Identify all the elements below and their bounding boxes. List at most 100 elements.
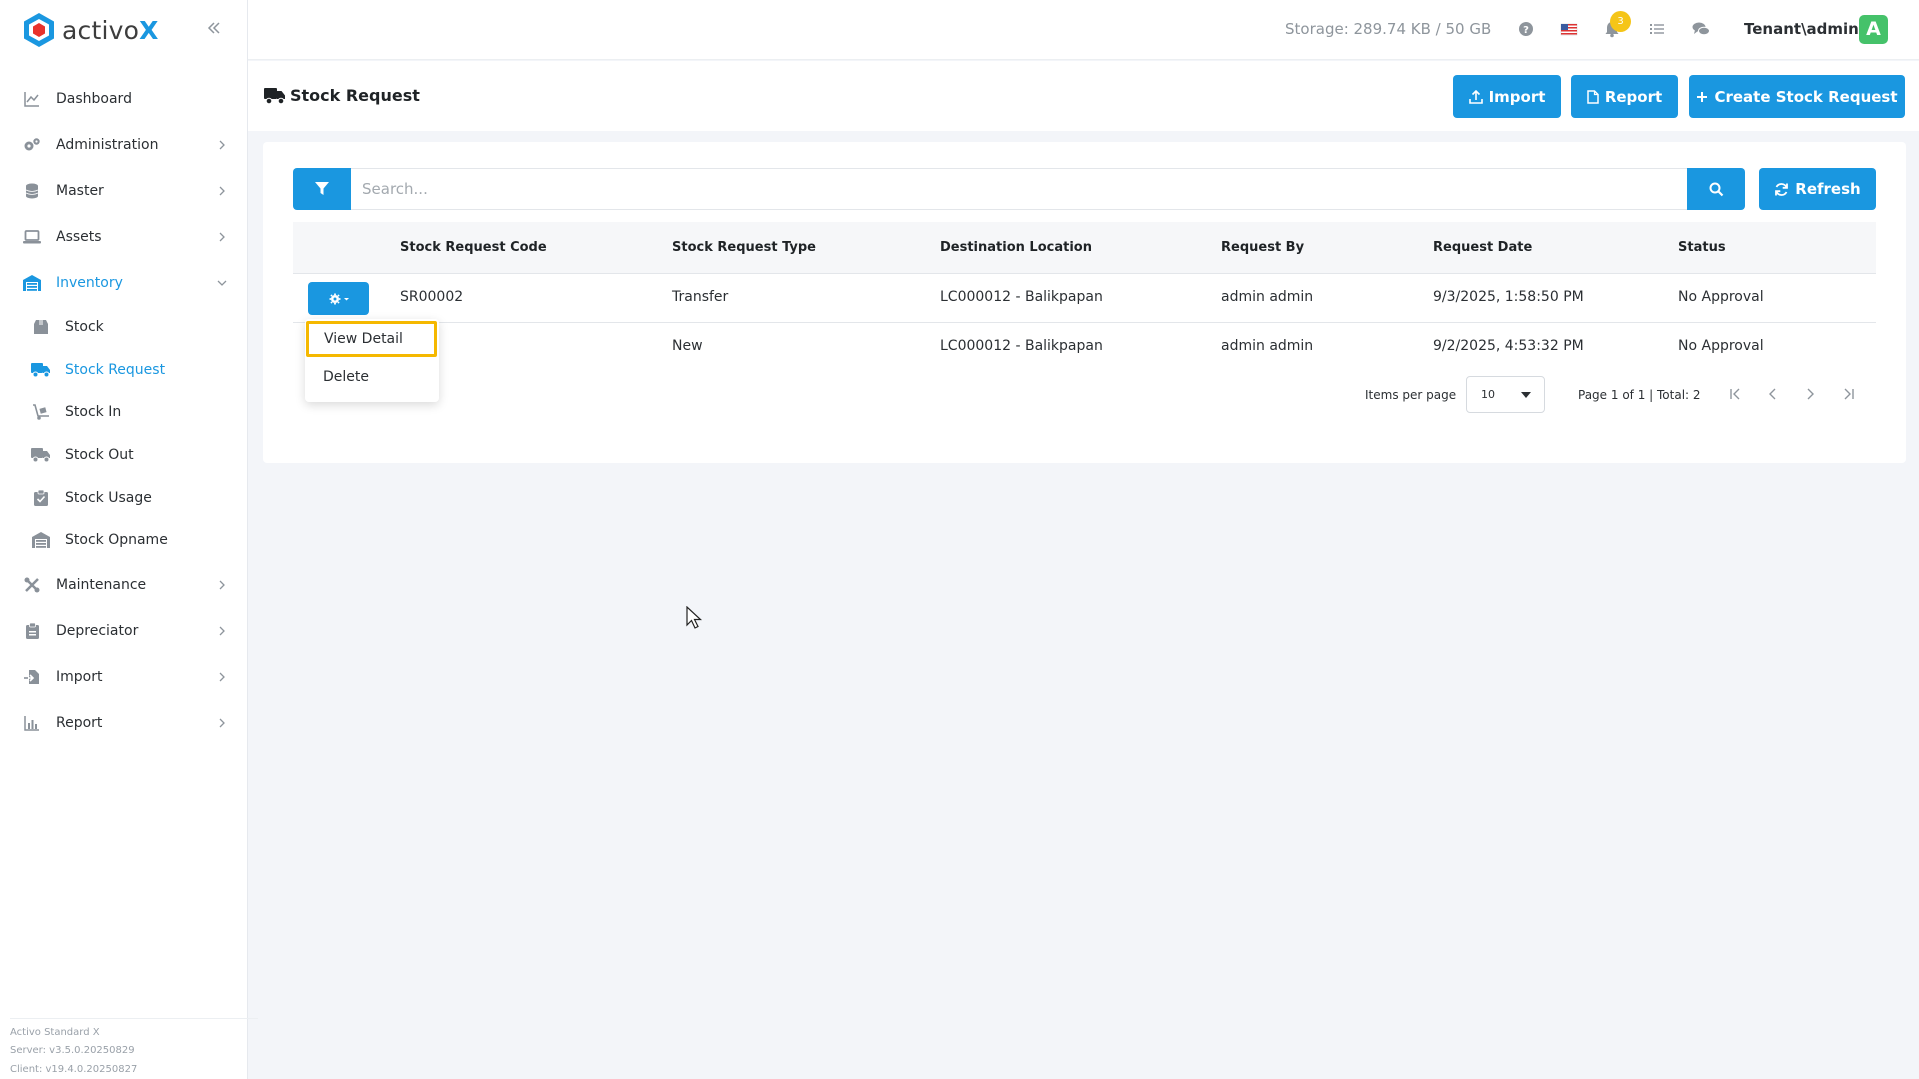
us-flag-icon[interactable] <box>1559 19 1579 39</box>
stock-request-table: Stock Request Code Stock Request Type De… <box>293 222 1876 372</box>
items-per-page-select[interactable]: 10 <box>1466 376 1545 413</box>
cell-code: SR00002 <box>400 289 464 305</box>
sidebar-item-label: Report <box>56 714 103 731</box>
chevron-right-icon <box>219 186 225 196</box>
sidebar-item-label: Depreciator <box>56 622 139 639</box>
chat-icon[interactable] <box>1691 19 1711 39</box>
database-icon <box>22 181 42 201</box>
truck-icon <box>31 360 51 380</box>
sidebar-item-inventory[interactable]: Inventory <box>0 260 248 306</box>
sidebar-item-label: Maintenance <box>56 576 147 593</box>
dolly-icon <box>31 402 51 422</box>
sidebar-item-assets[interactable]: Assets <box>0 214 248 260</box>
column-header[interactable]: Request By <box>1221 240 1304 255</box>
sidebar-item-report[interactable]: Report <box>0 700 248 746</box>
help-icon[interactable]: ? <box>1516 19 1536 39</box>
first-page-icon[interactable] <box>1726 384 1746 404</box>
sidebar-item-label: Stock Usage <box>65 489 152 506</box>
cell-type: Transfer <box>672 289 729 305</box>
plus-icon <box>1697 91 1708 102</box>
gear-icon <box>329 293 349 304</box>
sidebar-item-stock-out[interactable]: Stock Out <box>0 434 248 477</box>
sidebar: activoX Dashboard Administration Master … <box>0 0 258 1079</box>
user-name[interactable]: Tenant\admin <box>1744 20 1859 38</box>
server-version: Server: v3.5.0.20250829 <box>10 1045 135 1056</box>
version-info: Activo Standard X Server: v3.5.0.2025082… <box>10 1017 258 1079</box>
chevron-right-icon <box>219 626 225 636</box>
chevron-right-icon <box>219 140 225 150</box>
items-per-page-label: Items per page <box>1365 388 1457 402</box>
sidebar-item-stock-in[interactable]: Stock In <box>0 391 248 434</box>
cell-request-by: admin admin <box>1221 289 1314 305</box>
sidebar-nav: Dashboard Administration Master Assets I… <box>0 76 248 746</box>
cell-request-date: 9/2/2025, 4:53:32 PM <box>1433 338 1584 354</box>
sidebar-item-label: Stock In <box>65 404 122 421</box>
sidebar-item-dashboard[interactable]: Dashboard <box>0 76 248 122</box>
report-button[interactable]: Report <box>1571 75 1678 118</box>
box-icon <box>31 317 51 337</box>
truck-icon <box>264 87 286 105</box>
sidebar-item-depreciator[interactable]: Depreciator <box>0 608 248 654</box>
sidebar-item-label: Stock Opname <box>65 532 168 549</box>
warehouse-icon <box>31 530 51 550</box>
truck-moving-icon <box>31 445 51 465</box>
prev-page-icon[interactable] <box>1763 384 1783 404</box>
column-header[interactable]: Stock Request Code <box>400 240 547 255</box>
row-action-menu: View Detail Delete <box>305 319 439 402</box>
next-page-icon[interactable] <box>1800 384 1820 404</box>
top-bar: Storage: 289.74 KB / 50 GB ? 3 Tenant\ad… <box>248 0 1919 60</box>
row-action-button[interactable] <box>308 282 369 315</box>
chart-line-icon <box>22 89 42 109</box>
sidebar-item-label: Master <box>56 183 104 199</box>
sidebar-item-label: Stock Request <box>65 361 166 378</box>
sidebar-item-stock-request[interactable]: Stock Request <box>0 349 248 392</box>
search-input[interactable] <box>351 168 1687 210</box>
sidebar-item-administration[interactable]: Administration <box>0 122 248 168</box>
logo-text: activoX <box>62 15 159 45</box>
chevron-right-icon <box>219 718 225 728</box>
sidebar-item-master[interactable]: Master <box>0 168 248 214</box>
filter-icon <box>315 182 329 195</box>
sidebar-item-label: Dashboard <box>56 91 132 107</box>
sidebar-item-maintenance[interactable]: Maintenance <box>0 562 248 608</box>
search-button[interactable] <box>1687 168 1745 210</box>
sidebar-item-label: Import <box>56 668 103 685</box>
column-header[interactable]: Destination Location <box>940 240 1092 255</box>
refresh-button[interactable]: Refresh <box>1759 168 1876 210</box>
search-icon <box>1709 182 1723 196</box>
app-logo[interactable]: activoX <box>22 10 159 50</box>
refresh-icon <box>1775 182 1789 196</box>
task-list-icon[interactable] <box>1647 19 1667 39</box>
cogs-icon <box>22 135 42 155</box>
chevron-right-icon <box>219 672 225 682</box>
chevron-right-icon <box>219 232 225 242</box>
column-header[interactable]: Status <box>1678 240 1726 255</box>
sidebar-item-stock-usage[interactable]: Stock Usage <box>0 476 248 519</box>
collapse-sidebar-icon[interactable] <box>204 18 224 38</box>
sidebar-item-import[interactable]: Import <box>0 654 248 700</box>
last-page-icon[interactable] <box>1838 384 1858 404</box>
table-header: Stock Request Code Stock Request Type De… <box>293 222 1876 274</box>
column-header[interactable]: Request Date <box>1433 240 1532 255</box>
column-header[interactable]: Stock Request Type <box>672 240 816 255</box>
cell-destination: LC000012 - Balikpapan <box>940 338 1103 354</box>
file-import-icon <box>22 667 42 687</box>
sidebar-item-stock[interactable]: Stock <box>0 306 248 349</box>
sidebar-item-label: Inventory <box>56 275 123 291</box>
warehouse-icon <box>22 273 42 293</box>
file-icon <box>1587 89 1599 104</box>
create-stock-request-button[interactable]: Create Stock Request <box>1689 75 1905 118</box>
clipboard-check-icon <box>31 488 51 508</box>
table-row: SR00002 Transfer LC000012 - Balikpapan a… <box>293 274 1876 323</box>
sidebar-item-stock-opname[interactable]: Stock Opname <box>0 519 248 562</box>
delete-menu-item[interactable]: Delete <box>305 359 439 395</box>
import-button[interactable]: Import <box>1453 75 1561 118</box>
page-title: Stock Request <box>290 86 420 105</box>
cell-status: No Approval <box>1678 338 1764 354</box>
sidebar-item-label: Stock Out <box>65 447 134 464</box>
view-detail-menu-item[interactable]: View Detail <box>306 321 437 357</box>
laptop-icon <box>22 227 42 247</box>
filter-button[interactable] <box>293 168 351 210</box>
avatar[interactable]: A <box>1859 15 1888 44</box>
sidebar-item-label: Assets <box>56 229 102 245</box>
